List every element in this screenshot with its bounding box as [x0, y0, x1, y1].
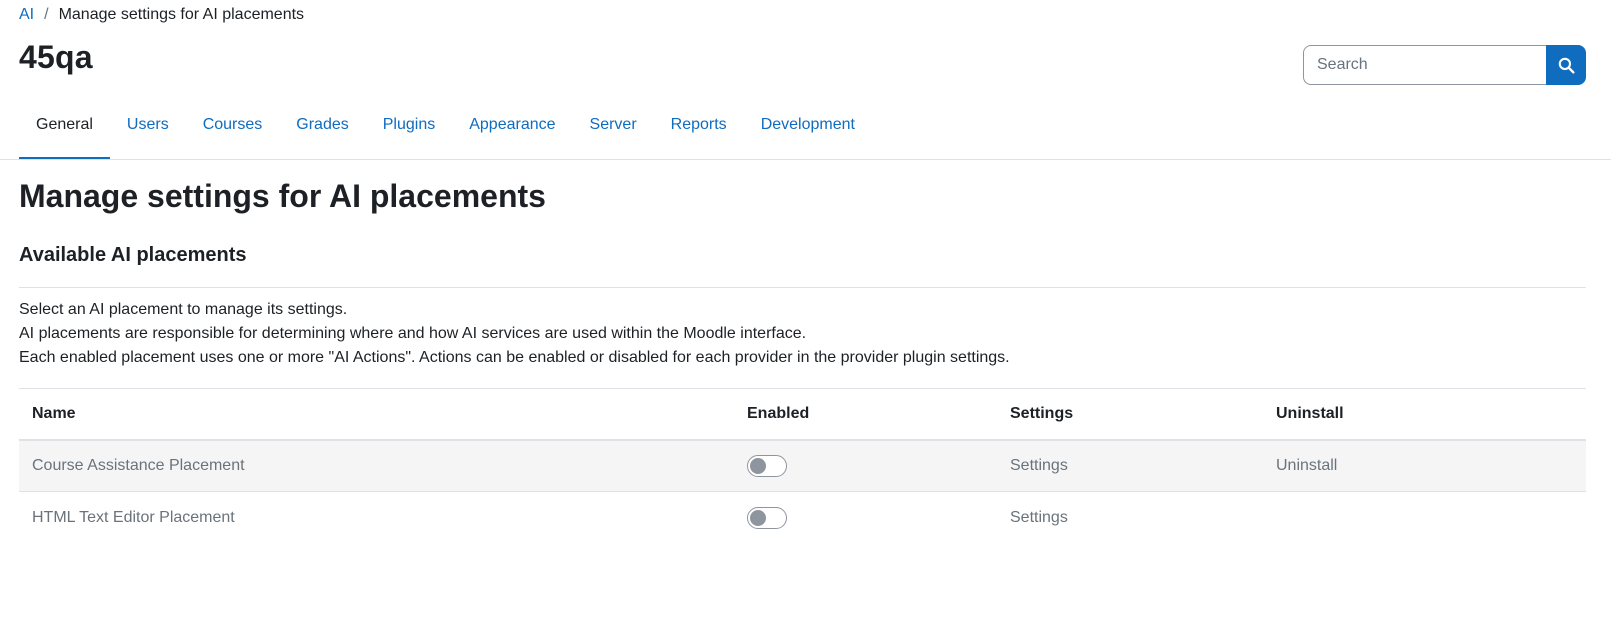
table-header-row: Name Enabled Settings Uninstall [19, 388, 1586, 440]
tab-general[interactable]: General [19, 104, 110, 160]
breadcrumb-ai-link[interactable]: AI [19, 6, 34, 24]
tabs-divider [0, 159, 1611, 160]
placement-name: HTML Text Editor Placement [32, 508, 235, 526]
breadcrumb-current: Manage settings for AI placements [58, 6, 305, 23]
tab-development[interactable]: Development [744, 104, 872, 159]
uninstall-cell-empty [1263, 492, 1586, 544]
column-header-uninstall: Uninstall [1276, 404, 1344, 422]
admin-tabs: General Users Courses Grades Plugins App… [19, 104, 872, 160]
settings-link[interactable]: Settings [1010, 457, 1068, 474]
search-button[interactable] [1546, 45, 1586, 85]
tab-courses[interactable]: Courses [186, 104, 280, 159]
tab-users[interactable]: Users [110, 104, 186, 159]
breadcrumb-separator: / [44, 6, 49, 23]
placement-name: Course Assistance Placement [19, 439, 734, 492]
settings-link[interactable]: Settings [1010, 509, 1068, 526]
toggle-knob [750, 509, 766, 526]
toggle-knob [750, 457, 766, 474]
page-heading: Manage settings for AI placements [19, 178, 546, 214]
enable-toggle[interactable] [747, 454, 787, 477]
table-row: HTML Text Editor Placement Settings [19, 492, 1586, 544]
uninstall-link[interactable]: Uninstall [1276, 457, 1337, 474]
column-header-settings: Settings [1010, 404, 1074, 422]
column-header-enabled: Enabled [747, 404, 810, 422]
table-row: Course Assistance Placement Settings Uni… [19, 439, 1586, 492]
enable-toggle[interactable] [747, 506, 787, 529]
section-heading: Available AI placements [19, 244, 247, 266]
section-divider [19, 287, 1586, 288]
search-form [1303, 45, 1586, 85]
breadcrumb: AI / Manage settings for AI placements [19, 6, 304, 24]
site-title: 45qa [19, 39, 93, 75]
tab-server[interactable]: Server [573, 104, 654, 159]
column-header-name: Name [32, 404, 76, 422]
description-line: Select an AI placement to manage its set… [19, 301, 348, 318]
tab-reports[interactable]: Reports [654, 104, 744, 159]
description-line: Each enabled placement uses one or more … [19, 349, 1010, 366]
tab-grades[interactable]: Grades [279, 104, 365, 159]
tab-appearance[interactable]: Appearance [452, 104, 572, 159]
search-icon [1558, 57, 1575, 74]
tab-plugins[interactable]: Plugins [366, 104, 452, 159]
description-line: AI placements are responsible for determ… [19, 325, 807, 342]
placements-description: Select an AI placement to manage its set… [19, 298, 1010, 370]
search-input[interactable] [1303, 45, 1546, 85]
placements-table: Name Enabled Settings Uninstall Course A… [19, 388, 1586, 544]
